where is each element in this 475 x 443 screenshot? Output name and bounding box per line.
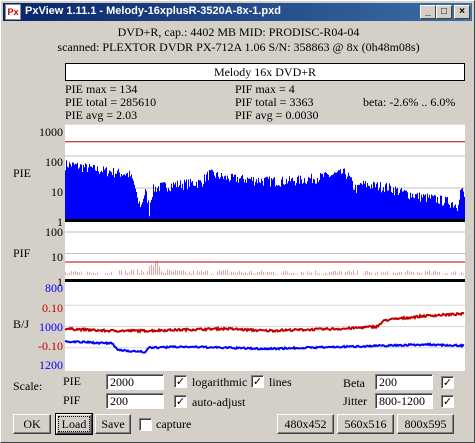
load-button-label: Load	[58, 416, 90, 432]
pie-scale-label: PIE	[63, 374, 81, 388]
bj-tick: -0.10	[38, 339, 63, 353]
disc-info: DVD+R, cap.: 4402 MB MID: PRODISC-R04-04	[117, 25, 360, 39]
size-560x516-button[interactable]: 560x516	[337, 414, 394, 434]
app-icon[interactable]: Px	[5, 4, 21, 20]
beta-checkbox[interactable]: ✓	[441, 376, 454, 389]
disc-label: Melody 16x DVD+R	[65, 63, 465, 81]
size-480x452-button[interactable]: 480x452	[277, 414, 334, 434]
logarithmic-label: logarithmic	[192, 375, 248, 389]
scale-label: Scale:	[13, 379, 43, 393]
bj-tick: 0.10	[42, 301, 63, 315]
size-800x595-button[interactable]: 800x595	[397, 414, 454, 434]
scan-chart-svg	[65, 124, 465, 354]
capture-label: capture	[156, 417, 192, 431]
jitter-checkbox[interactable]: ✓	[441, 395, 454, 408]
ok-button[interactable]: OK	[13, 414, 51, 434]
load-button[interactable]: Load	[55, 413, 93, 435]
bj-tick: 800	[45, 281, 63, 295]
scan-chart	[65, 124, 465, 371]
main-window: Px PxView 1.11.1 - Melody-16xplusR-3520A…	[0, 0, 475, 443]
beta-scale-label: Beta	[343, 376, 365, 390]
pif-scale-input[interactable]: 200	[106, 393, 164, 409]
maximize-button[interactable]: □	[436, 5, 452, 19]
jitter-scale-label: Jitter	[343, 394, 367, 408]
pie-tick: 1000	[39, 125, 63, 139]
beta-range: beta: -2.6% .. 6.0%	[363, 95, 456, 109]
bj-tick: 1000	[39, 320, 63, 334]
window-title: PxView 1.11.1 - Melody-16xplusR-3520A-8x…	[25, 5, 281, 17]
bj-tick: 1200	[39, 358, 63, 372]
auto-adjust-label: auto-adjust	[192, 395, 246, 409]
pif-baseline	[65, 279, 465, 282]
jitter-scale-input[interactable]: 800-1200	[375, 393, 433, 409]
lines-label: lines	[269, 375, 292, 389]
save-button[interactable]: Save	[95, 414, 131, 434]
scan-info: scanned: PLEXTOR DVDR PX-712A 1.06 S/N: …	[57, 40, 420, 54]
pif-tick: 100	[45, 225, 63, 239]
auto-adjust-checkbox[interactable]: ✓	[174, 395, 187, 408]
pie-tick: 10	[51, 185, 63, 199]
lines-checkbox[interactable]: ✓	[251, 375, 264, 388]
pie-scale-input[interactable]: 2000	[106, 374, 164, 390]
pie-baseline	[65, 219, 465, 222]
jitter-series-line	[65, 340, 465, 354]
pif-tick: 10	[51, 250, 63, 264]
pie-tick: 100	[45, 155, 63, 169]
close-button[interactable]: ×	[454, 5, 470, 19]
pie-avg: PIE avg = 2.03	[65, 108, 138, 122]
title-bar[interactable]: Px PxView 1.11.1 - Melody-16xplusR-3520A…	[3, 3, 472, 21]
minimize-button[interactable]: _	[420, 5, 436, 19]
beta-scale-input[interactable]: 200	[375, 374, 433, 390]
logarithmic-checkbox[interactable]: ✓	[174, 375, 187, 388]
pif-scale-label: PIF	[63, 393, 81, 407]
capture-checkbox[interactable]	[139, 418, 152, 431]
pif-avg: PIF avg = 0.0030	[235, 108, 319, 122]
beta-series-line	[65, 311, 465, 334]
